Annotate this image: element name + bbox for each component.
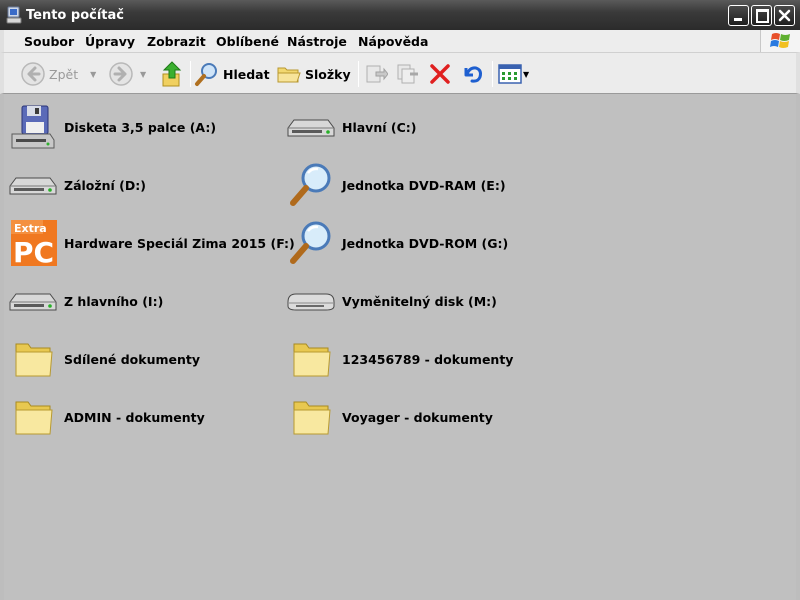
folder-item[interactable]: 123456789 - dokumenty <box>286 334 513 384</box>
floppy-drive-icon <box>8 102 58 152</box>
drive-label: Jednotka DVD-ROM (G:) <box>342 235 509 251</box>
folder-label: Sdílené dokumenty <box>64 351 200 367</box>
drive-label: Hardware Speciál Zima 2015 (F:) <box>64 235 295 251</box>
removable-disk-icon <box>286 276 336 326</box>
drive-item-c[interactable]: Hlavní (C:) <box>286 102 416 152</box>
views-dropdown-icon[interactable]: ▼ <box>523 70 529 79</box>
toolbar: Zpět ▼ ▼ Hledat Složky ▼ <box>0 52 800 94</box>
menu-soubor[interactable]: Soubor <box>24 34 74 49</box>
folder-icon <box>8 392 58 442</box>
folders-button[interactable]: Složky <box>276 59 351 89</box>
close-icon <box>778 9 791 22</box>
folder-item[interactable]: Sdílené dokumenty <box>8 334 200 384</box>
folder-icon <box>286 392 336 442</box>
back-button[interactable]: Zpět ▼ <box>20 59 96 89</box>
drive-item-m[interactable]: Vyměnitelný disk (M:) <box>286 276 497 326</box>
search-label: Hledat <box>223 66 270 82</box>
folder-label: 123456789 - dokumenty <box>342 351 514 367</box>
undo-icon <box>464 66 482 83</box>
explorer-window: Tento počítač Soubor Úpravy Zobrazit Obl… <box>0 0 800 600</box>
drive-item-i[interactable]: Z hlavního (I:) <box>8 276 163 326</box>
window-border-right <box>796 30 800 600</box>
menu-upravy[interactable]: Úpravy <box>85 34 135 49</box>
folder-icon <box>8 334 58 384</box>
close-button[interactable] <box>774 5 795 26</box>
maximize-button[interactable] <box>751 5 772 26</box>
logo-text-pc: PC <box>13 236 54 268</box>
drive-label: Záložní (D:) <box>64 177 146 193</box>
folder-label: ADMIN - dokumenty <box>64 409 205 425</box>
magnifier-icon <box>286 160 336 210</box>
folder-icon <box>286 334 336 384</box>
folder-item[interactable]: ADMIN - dokumenty <box>8 392 205 442</box>
move-to-button[interactable] <box>364 59 388 89</box>
menu-zobrazit[interactable]: Zobrazit <box>147 34 206 49</box>
toolbar-separator <box>190 61 191 87</box>
views-icon <box>498 64 522 84</box>
back-label: Zpět <box>49 66 79 82</box>
menu-napoveda[interactable]: Nápověda <box>358 34 428 49</box>
title-bar[interactable]: Tento počítač <box>0 0 800 30</box>
windows-flag-icon <box>770 33 790 48</box>
hard-drive-icon <box>286 102 336 152</box>
folder-up-icon <box>162 61 182 87</box>
back-arrow-icon <box>21 62 45 86</box>
folders-label: Složky <box>305 66 351 82</box>
folder-item[interactable]: Voyager - dokumenty <box>286 392 493 442</box>
drive-item-d[interactable]: Záložní (D:) <box>8 160 146 210</box>
forward-button[interactable]: ▼ <box>108 59 146 89</box>
undo-button[interactable] <box>460 59 484 89</box>
extra-pc-logo-icon: Extra PC <box>8 218 58 268</box>
copy-to-button[interactable] <box>396 59 420 89</box>
delete-button[interactable] <box>428 59 452 89</box>
delete-x-icon <box>430 64 450 84</box>
drive-item-g[interactable]: Jednotka DVD-ROM (G:) <box>286 218 508 268</box>
search-icon <box>195 63 217 86</box>
views-button[interactable]: ▼ <box>498 59 529 89</box>
windows-logo <box>760 30 800 52</box>
menu-bar: Soubor Úpravy Zobrazit Oblíbené Nástroje… <box>0 30 800 52</box>
window-title: Tento počítač <box>26 8 124 23</box>
up-button[interactable] <box>160 59 184 89</box>
copy-to-icon <box>397 64 418 84</box>
toolbar-separator <box>358 61 359 87</box>
folders-icon <box>277 67 301 83</box>
drive-item-e[interactable]: Jednotka DVD-RAM (E:) <box>286 160 506 210</box>
forward-dropdown-icon[interactable]: ▼ <box>140 70 146 79</box>
forward-arrow-icon <box>109 62 133 86</box>
folder-label: Voyager - dokumenty <box>342 409 493 425</box>
search-button[interactable]: Hledat <box>194 59 270 89</box>
drive-label: Hlavní (C:) <box>342 119 417 135</box>
menu-nastroje[interactable]: Nástroje <box>287 34 347 49</box>
back-dropdown-icon[interactable]: ▼ <box>90 70 96 79</box>
minimize-button[interactable] <box>728 5 749 26</box>
drive-label: Disketa 3,5 palce (A:) <box>64 119 217 135</box>
hard-drive-icon <box>8 276 58 326</box>
computer-icon <box>6 6 22 24</box>
magnifier-icon <box>286 218 336 268</box>
file-view: Disketa 3,5 palce (A:) Hlavní (C:) Zálož… <box>4 94 796 596</box>
drive-item-f[interactable]: Extra PC Hardware Speciál Zima 2015 (F:) <box>8 218 295 268</box>
toolbar-separator <box>492 61 493 87</box>
menu-oblibene[interactable]: Oblíbené <box>216 34 279 49</box>
move-to-icon <box>366 65 388 83</box>
hard-drive-icon <box>8 160 58 210</box>
drive-label: Vyměnitelný disk (M:) <box>342 293 497 309</box>
drive-label: Jednotka DVD-RAM (E:) <box>342 177 506 193</box>
drive-item-a[interactable]: Disketa 3,5 palce (A:) <box>8 102 216 152</box>
drive-label: Z hlavního (I:) <box>64 293 164 309</box>
logo-text-extra: Extra <box>14 222 47 235</box>
